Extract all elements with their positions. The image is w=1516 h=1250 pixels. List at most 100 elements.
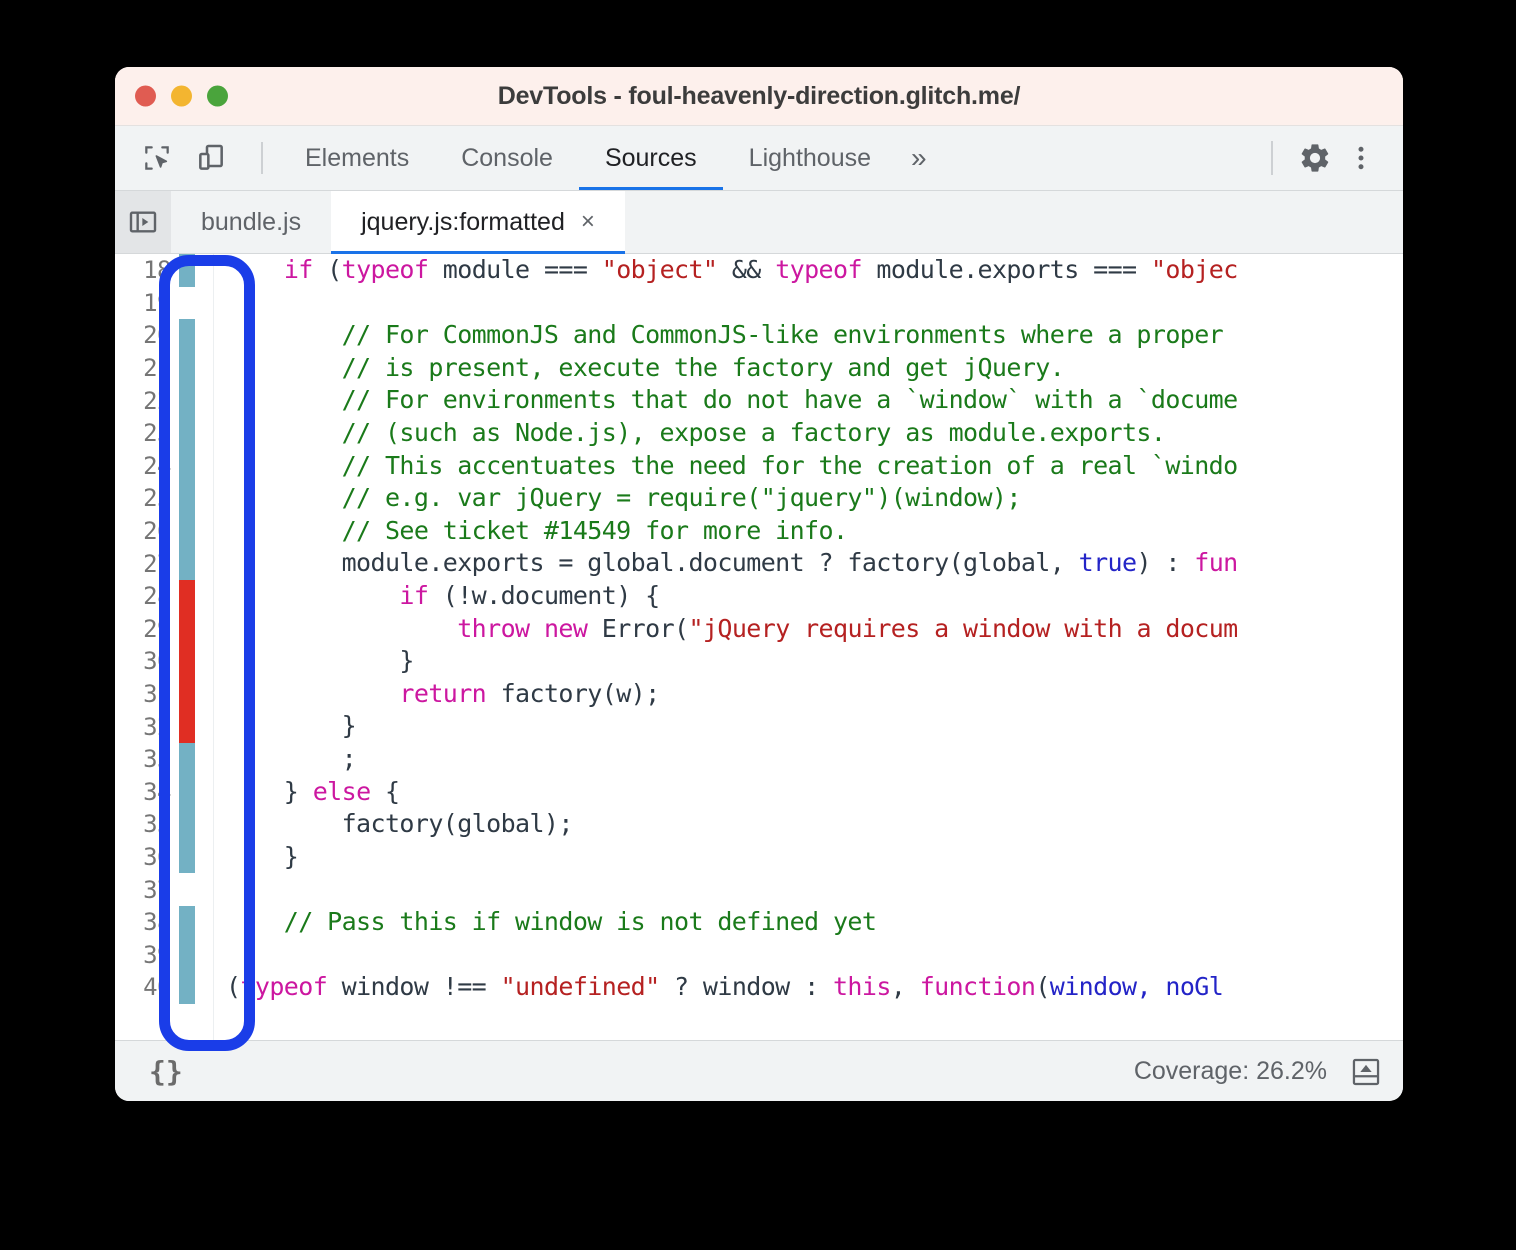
code-token xyxy=(226,581,399,610)
code-line[interactable]: // See ticket #14549 for more info. xyxy=(226,515,1403,548)
gutter-row[interactable]: 35 xyxy=(115,808,213,841)
tab-sources[interactable]: Sources xyxy=(579,126,723,190)
line-number-gutter[interactable]: 18192021222324252627282930 31323334353637… xyxy=(115,254,214,1040)
code-line[interactable]: // is present, execute the factory and g… xyxy=(226,352,1403,385)
gutter-row[interactable]: 25 xyxy=(115,482,213,515)
gutter-row[interactable]: 39 xyxy=(115,938,213,971)
gutter-row[interactable]: 20 xyxy=(115,319,213,352)
coverage-indicator xyxy=(179,547,195,580)
gutter-row[interactable]: 27 xyxy=(115,547,213,580)
coverage-indicator xyxy=(179,808,195,841)
pretty-print-icon[interactable]: {} xyxy=(135,1055,197,1088)
code-line[interactable]: } xyxy=(226,841,1403,874)
gutter-row[interactable]: 24 xyxy=(115,450,213,483)
gear-icon[interactable] xyxy=(1295,138,1335,178)
code-token: true xyxy=(1079,548,1137,577)
code-token: // e.g. var jQuery = require("jquery")(w… xyxy=(226,483,1021,512)
coverage-indicator xyxy=(179,450,195,483)
code-token: typeof xyxy=(775,255,862,284)
code-line[interactable] xyxy=(226,873,1403,906)
kebab-menu-icon[interactable] xyxy=(1341,138,1381,178)
code-token: "object" xyxy=(602,255,718,284)
code-token: // For environments that do not have a `… xyxy=(226,385,1238,414)
gutter-row[interactable]: 18 xyxy=(115,254,213,287)
gutter-row[interactable]: 37 xyxy=(115,873,213,906)
coverage-indicator xyxy=(179,938,195,971)
toolbar-left-icons xyxy=(115,138,279,178)
gutter-row[interactable]: 29 xyxy=(115,613,213,646)
line-number: 27 xyxy=(143,550,171,578)
code-line[interactable]: // This accentuates the need for the cre… xyxy=(226,450,1403,483)
show-drawer-icon[interactable] xyxy=(1349,1055,1383,1089)
line-number: 30 xyxy=(143,647,171,675)
gutter-row[interactable]: 31 xyxy=(115,678,213,711)
coverage-indicator xyxy=(179,841,195,874)
code-token: // For CommonJS and CommonJS-like enviro… xyxy=(226,320,1238,349)
inspect-element-icon[interactable] xyxy=(137,138,177,178)
line-number: 21 xyxy=(143,354,171,382)
line-number: 32 xyxy=(143,713,171,741)
file-tab-jquery-js-formatted[interactable]: jquery.js:formatted × xyxy=(331,191,625,253)
gutter-row[interactable]: 36 xyxy=(115,841,213,874)
tab-sources-label: Sources xyxy=(605,144,697,173)
window-controls[interactable] xyxy=(135,86,228,107)
tab-elements[interactable]: Elements xyxy=(279,126,435,190)
close-window-icon[interactable] xyxy=(135,86,156,107)
code-line[interactable] xyxy=(226,938,1403,971)
line-number: 24 xyxy=(143,452,171,480)
code-line[interactable]: ; xyxy=(226,743,1403,776)
file-tab-bundle-js[interactable]: bundle.js xyxy=(171,191,331,253)
source-code-editor[interactable]: 18192021222324252627282930 31323334353637… xyxy=(115,254,1403,1040)
code-token: ( xyxy=(226,972,240,1001)
gutter-row[interactable]: 32 xyxy=(115,710,213,743)
gutter-row[interactable]: 34 xyxy=(115,776,213,809)
device-toolbar-icon[interactable] xyxy=(191,138,231,178)
code-token: { xyxy=(371,777,400,806)
code-line[interactable]: // For environments that do not have a `… xyxy=(226,384,1403,417)
gutter-row[interactable]: 28 xyxy=(115,580,213,613)
minimize-window-icon[interactable] xyxy=(171,86,192,107)
coverage-indicator xyxy=(179,254,195,287)
code-line[interactable]: } xyxy=(226,645,1403,678)
code-line[interactable]: } else { xyxy=(226,776,1403,809)
gutter-row[interactable]: 30 xyxy=(115,645,213,678)
gutter-row[interactable]: 23 xyxy=(115,417,213,450)
code-content[interactable]: if (typeof module === "object" && typeof… xyxy=(214,254,1403,1040)
gutter-row[interactable]: 26 xyxy=(115,515,213,548)
status-bar-right: Coverage: 26.2% xyxy=(1134,1055,1383,1089)
tab-lighthouse[interactable]: Lighthouse xyxy=(723,126,897,190)
code-line[interactable]: // (such as Node.js), expose a factory a… xyxy=(226,417,1403,450)
show-navigator-icon[interactable] xyxy=(115,191,171,253)
coverage-indicator xyxy=(179,743,195,776)
file-tab-bundle-js-label: bundle.js xyxy=(201,208,301,237)
gutter-row[interactable]: 33 xyxy=(115,743,213,776)
code-line[interactable]: // For CommonJS and CommonJS-like enviro… xyxy=(226,319,1403,352)
coverage-indicator xyxy=(179,287,195,320)
code-line[interactable]: // Pass this if window is not defined ye… xyxy=(226,906,1403,939)
code-line[interactable]: if (typeof module === "object" && typeof… xyxy=(226,254,1403,287)
code-line[interactable]: factory(global); xyxy=(226,808,1403,841)
gutter-row[interactable]: 21 xyxy=(115,352,213,385)
maximize-window-icon[interactable] xyxy=(207,86,228,107)
code-line[interactable]: throw new Error("jQuery requires a windo… xyxy=(226,613,1403,646)
code-line[interactable] xyxy=(226,287,1403,320)
source-file-tabs: bundle.js jquery.js:formatted × xyxy=(115,191,1403,254)
gutter-row[interactable]: 38 xyxy=(115,906,213,939)
code-token: "jQuery requires a window with a docum xyxy=(688,614,1237,643)
tab-console[interactable]: Console xyxy=(435,126,579,190)
toolbar-divider xyxy=(261,142,263,174)
coverage-indicator xyxy=(179,384,195,417)
gutter-row[interactable]: 22 xyxy=(115,384,213,417)
more-tabs-icon[interactable]: » xyxy=(897,126,941,190)
code-token xyxy=(530,614,544,643)
code-line[interactable]: (typeof window !== "undefined" ? window … xyxy=(226,971,1403,1004)
gutter-row[interactable]: 40 xyxy=(115,971,213,1004)
gutter-row[interactable]: 19 xyxy=(115,287,213,320)
code-token: && xyxy=(717,255,775,284)
code-line[interactable]: return factory(w); xyxy=(226,678,1403,711)
code-line[interactable]: // e.g. var jQuery = require("jquery")(w… xyxy=(226,482,1403,515)
code-line[interactable]: module.exports = global.document ? facto… xyxy=(226,547,1403,580)
code-line[interactable]: if (!w.document) { xyxy=(226,580,1403,613)
close-icon[interactable]: × xyxy=(581,210,595,234)
code-line[interactable]: } xyxy=(226,710,1403,743)
